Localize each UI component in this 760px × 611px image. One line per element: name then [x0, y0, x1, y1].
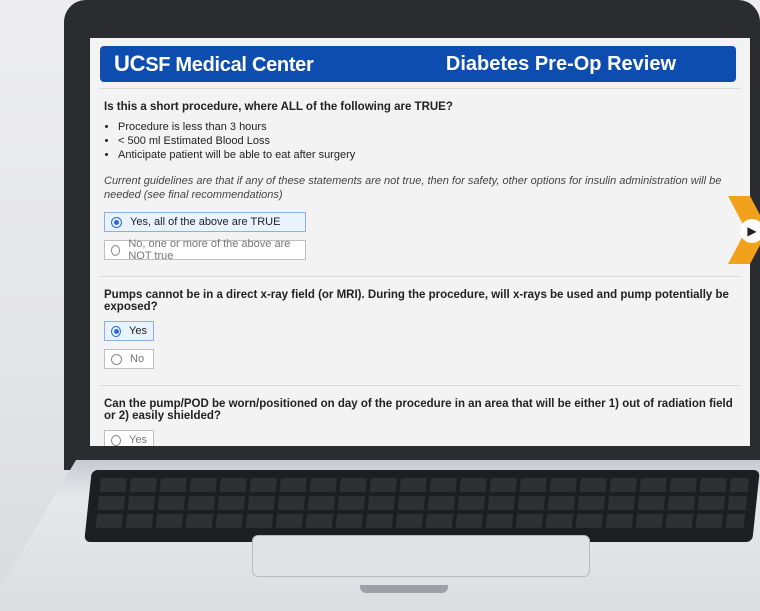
- list-item: Procedure is less than 3 hours: [118, 121, 736, 134]
- option-yes[interactable]: Yes: [104, 430, 154, 446]
- option-no-not-true[interactable]: No, one or more of the above are NOT tru…: [104, 238, 306, 262]
- question-section-2: Pumps cannot be in a direct x-ray field …: [100, 276, 740, 385]
- guideline-note: Current guidelines are that if any of th…: [104, 175, 722, 201]
- question-section-3: Can the pump/POD be worn/positioned on d…: [100, 385, 740, 446]
- brand-uc: UC: [114, 51, 146, 76]
- page-title: Diabetes Pre-Op Review: [445, 52, 676, 75]
- play-triangle-icon[interactable]: ▶: [740, 219, 760, 243]
- keyboard: [84, 470, 760, 542]
- radio-empty-icon[interactable]: [111, 353, 122, 365]
- option-yes-all-true[interactable]: Yes, all of the above are TRUE: [104, 212, 306, 232]
- keyboard-row: [99, 478, 749, 492]
- radio-empty-icon[interactable]: [111, 434, 122, 446]
- option-label: Yes, all of the above are TRUE: [130, 216, 281, 228]
- brand-name: Medical Center: [175, 54, 314, 76]
- option-label: Yes: [129, 434, 147, 446]
- option-no[interactable]: No: [104, 349, 154, 369]
- criteria-list: Procedure is less than 3 hours < 500 ml …: [104, 121, 736, 162]
- option-label: Yes: [129, 325, 147, 337]
- keyboard-row: [97, 496, 748, 510]
- question-1: Is this a short procedure, where ALL of …: [104, 101, 453, 113]
- question-section-1: Is this a short procedure, where ALL of …: [100, 88, 740, 276]
- radio-selected-icon[interactable]: [111, 325, 122, 337]
- laptop-notch: [360, 585, 448, 593]
- question-3: Can the pump/POD be worn/positioned on d…: [104, 398, 733, 422]
- brand-logo: UCSF Medical Center: [114, 51, 314, 77]
- radio-selected-icon[interactable]: [111, 216, 122, 228]
- question-2: Pumps cannot be in a direct x-ray field …: [104, 289, 729, 313]
- form-content: Is this a short procedure, where ALL of …: [100, 88, 740, 446]
- option-label: No, one or more of the above are NOT tru…: [128, 238, 291, 262]
- option-label: No: [130, 353, 145, 365]
- screen: UCSF Medical Center Diabetes Pre-Op Revi…: [90, 38, 750, 446]
- touchpad: [252, 535, 590, 577]
- list-item: Anticipate patient will be able to eat a…: [118, 149, 736, 162]
- option-yes[interactable]: Yes: [104, 321, 154, 341]
- radio-empty-icon[interactable]: [111, 244, 121, 256]
- app-header: UCSF Medical Center Diabetes Pre-Op Revi…: [100, 46, 736, 82]
- list-item: < 500 ml Estimated Blood Loss: [118, 135, 736, 148]
- keyboard-row: [95, 514, 746, 528]
- brand-sf: SF: [145, 54, 171, 76]
